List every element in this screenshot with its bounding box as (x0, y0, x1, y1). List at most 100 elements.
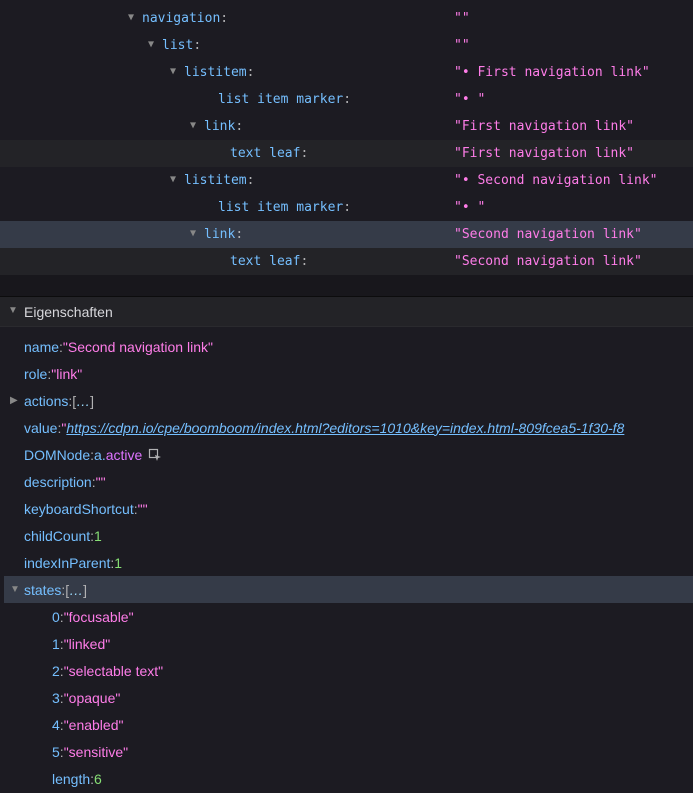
tree-value: "• " (454, 86, 485, 113)
tree-role: link (204, 221, 235, 248)
colon: : (247, 167, 255, 194)
tree-role: list item marker (218, 194, 343, 221)
prop-actions[interactable]: ▶ actions: […] (4, 387, 693, 414)
prop-url[interactable]: https://cdpn.io/cpe/boomboom/index.html?… (66, 420, 624, 436)
prop-value: "" (96, 474, 106, 490)
tree-role: listitem (184, 167, 247, 194)
colon: : (235, 221, 243, 248)
state-value: "linked" (64, 636, 111, 652)
state-index: 2 (52, 663, 60, 679)
prop-key: childCount (24, 528, 90, 544)
prop-role[interactable]: role: "link" (4, 360, 693, 387)
chevron-down-icon[interactable]: ▼ (190, 220, 200, 247)
prop-key: indexInParent (24, 555, 110, 571)
prop-key: name (24, 339, 59, 355)
prop-keyboardshortcut[interactable]: keyboardShortcut: "" (4, 495, 693, 522)
chevron-down-icon[interactable]: ▼ (148, 31, 158, 58)
accessibility-tree: ▼ navigation: "" ▼ list: "" ▼ listitem: … (0, 0, 693, 275)
dom-class: active (106, 447, 143, 463)
state-length[interactable]: length: 6 (4, 765, 693, 792)
chevron-down-icon[interactable]: ▼ (190, 112, 200, 139)
tree-row-listitem[interactable]: ▼ listitem: "• Second navigation link" (0, 167, 693, 194)
colon: : (220, 5, 228, 32)
state-item[interactable]: 0: "focusable" (4, 603, 693, 630)
tree-role: text leaf (230, 140, 300, 167)
tree-row-marker[interactable]: list item marker: "• " (0, 194, 693, 221)
tree-row-marker[interactable]: list item marker: "• " (0, 86, 693, 113)
prop-value: 1 (94, 528, 102, 544)
prop-indexinparent[interactable]: indexInParent: 1 (4, 549, 693, 576)
prop-value: "" (138, 501, 148, 517)
state-item[interactable]: 1: "linked" (4, 630, 693, 657)
tree-role: listitem (184, 59, 247, 86)
colon: : (247, 59, 255, 86)
state-index: 3 (52, 690, 60, 706)
state-value: "selectable text" (64, 663, 163, 679)
prop-value[interactable]: value: "https://cdpn.io/cpe/boomboom/ind… (4, 414, 693, 441)
tree-value: "" (454, 5, 470, 32)
tree-role: navigation (142, 5, 220, 32)
state-item[interactable]: 4: "enabled" (4, 711, 693, 738)
tree-row-list[interactable]: ▼ list: "" (0, 32, 693, 59)
prop-domnode[interactable]: DOMNode: a.active (4, 441, 693, 468)
section-title: Eigenschaften (24, 304, 113, 320)
prop-key: role (24, 366, 47, 382)
prop-key: value (24, 420, 57, 436)
tree-value: "First navigation link" (454, 113, 634, 140)
colon: : (343, 194, 351, 221)
state-length-key: length (52, 771, 90, 787)
prop-description[interactable]: description: "" (4, 468, 693, 495)
colon: : (343, 86, 351, 113)
colon: : (193, 32, 201, 59)
prop-key: keyboardShortcut (24, 501, 134, 517)
chevron-down-icon[interactable]: ▼ (170, 166, 180, 193)
chevron-down-icon[interactable]: ▼ (10, 584, 20, 595)
tree-value: "First navigation link" (454, 140, 634, 167)
state-value: "sensitive" (64, 744, 128, 760)
state-item[interactable]: 5: "sensitive" (4, 738, 693, 765)
prop-key: states (24, 582, 61, 598)
tree-row-link[interactable]: ▼ link: "First navigation link" (0, 113, 693, 140)
prop-key: actions (24, 393, 68, 409)
colon: : (300, 140, 308, 167)
tree-value: "Second navigation link" (454, 248, 642, 275)
prop-name[interactable]: name: "Second navigation link" (4, 333, 693, 360)
properties-section-header[interactable]: ▼ Eigenschaften (0, 297, 693, 327)
state-length-value: 6 (94, 771, 102, 787)
chevron-down-icon[interactable]: ▼ (8, 305, 18, 316)
tree-row-link-selected[interactable]: ▼ link: "Second navigation link" (0, 221, 693, 248)
tree-row-textleaf[interactable]: text leaf: "Second navigation link" (0, 248, 693, 275)
prop-value: "Second navigation link" (63, 339, 213, 355)
state-value: "focusable" (64, 609, 134, 625)
state-index: 0 (52, 609, 60, 625)
state-item[interactable]: 3: "opaque" (4, 684, 693, 711)
tree-row-navigation[interactable]: ▼ navigation: "" (0, 5, 693, 32)
inspect-icon[interactable] (148, 448, 162, 462)
prop-states[interactable]: ▼ states: […] (4, 576, 693, 603)
tree-value: "Second navigation link" (454, 221, 642, 248)
properties-panel: name: "Second navigation link" role: "li… (0, 327, 693, 792)
prop-key: description (24, 474, 92, 490)
colon: : (235, 113, 243, 140)
tree-row-textleaf[interactable]: text leaf: "First navigation link" (0, 140, 693, 167)
prop-key: DOMNode (24, 447, 90, 463)
prop-value: 1 (114, 555, 122, 571)
tree-row-listitem[interactable]: ▼ listitem: "• First navigation link" (0, 59, 693, 86)
chevron-down-icon[interactable]: ▼ (170, 58, 180, 85)
tree-role: link (204, 113, 235, 140)
tree-value: "" (454, 32, 470, 59)
prop-childcount[interactable]: childCount: 1 (4, 522, 693, 549)
tree-value: "• " (454, 194, 485, 221)
prop-value: […] (65, 582, 87, 598)
tree-value: "• First navigation link" (454, 59, 650, 86)
chevron-down-icon[interactable]: ▼ (128, 4, 138, 31)
chevron-right-icon[interactable]: ▶ (10, 395, 18, 406)
state-value: "opaque" (64, 690, 121, 706)
state-item[interactable]: 2: "selectable text" (4, 657, 693, 684)
state-index: 5 (52, 744, 60, 760)
tree-role: list item marker (218, 86, 343, 113)
tree-role: text leaf (230, 248, 300, 275)
tree-value: "• Second navigation link" (454, 167, 658, 194)
dom-tag: a. (94, 447, 106, 463)
state-value: "enabled" (64, 717, 124, 733)
